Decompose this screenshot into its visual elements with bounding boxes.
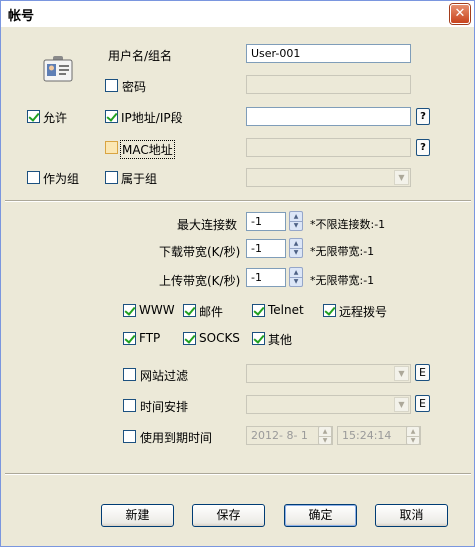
expiry-label: 使用到期时间: [140, 431, 213, 445]
service-other-label: 其他: [268, 333, 293, 347]
ok-button[interactable]: 确定: [284, 504, 357, 527]
download-spinner[interactable]: ▲ ▼: [289, 238, 303, 258]
mac-input[interactable]: [246, 138, 411, 157]
window-title: 帐号: [8, 9, 35, 24]
upload-hint: *无限带宽:-1: [310, 274, 375, 287]
schedule-checkbox[interactable]: [123, 399, 136, 412]
username-label: 用户名/组名: [108, 49, 173, 63]
upload-spinner[interactable]: ▲ ▼: [289, 267, 303, 287]
close-button[interactable]: ✕: [450, 4, 470, 24]
expiry-time-spinner[interactable]: ▲ ▼: [406, 426, 420, 445]
ip-label: IP地址/IP段: [121, 111, 183, 125]
spin-down-icon[interactable]: ▼: [290, 221, 302, 230]
password-checkbox[interactable]: [105, 79, 118, 92]
service-ftp-label: FTP: [139, 331, 161, 345]
mac-checkbox[interactable]: [105, 141, 118, 154]
service-socks-label: SOCKS: [199, 331, 240, 345]
service-telnet-checkbox[interactable]: [252, 304, 265, 317]
password-label: 密码: [122, 80, 147, 94]
as-group-label: 作为组: [43, 172, 80, 186]
service-dialup-label: 远程拨号: [339, 305, 388, 319]
site-filter-label: 网站过滤: [140, 369, 189, 383]
service-telnet-label: Telnet: [268, 303, 304, 317]
site-filter-select[interactable]: ▼: [246, 364, 411, 383]
expiry-time-value: 15:24:14: [342, 429, 392, 442]
allow-checkbox[interactable]: [27, 110, 40, 123]
service-www-label: WWW: [139, 303, 175, 317]
schedule-select[interactable]: ▼: [246, 395, 411, 414]
group-select[interactable]: ▼: [246, 168, 411, 187]
spin-down-icon[interactable]: ▼: [319, 436, 331, 445]
spin-down-icon[interactable]: ▼: [290, 277, 302, 286]
ip-input[interactable]: [246, 107, 411, 126]
upload-label: 上传带宽(K/秒): [159, 274, 241, 288]
title-bar: 帐号 ✕: [1, 1, 474, 27]
belong-group-label: 属于组: [121, 172, 158, 186]
service-socks-checkbox[interactable]: [183, 332, 196, 345]
expiry-date-value: 2012- 8- 1: [251, 429, 308, 442]
chevron-down-icon: ▼: [394, 397, 409, 412]
id-card-icon: [43, 56, 73, 82]
service-other-checkbox[interactable]: [252, 332, 265, 345]
divider: [5, 200, 471, 202]
spin-down-icon[interactable]: ▼: [290, 248, 302, 257]
divider: [5, 473, 471, 475]
max-conn-spinner[interactable]: ▲ ▼: [289, 211, 303, 231]
username-input[interactable]: User-001: [246, 44, 411, 63]
site-filter-checkbox[interactable]: [123, 368, 136, 381]
upload-input[interactable]: -1: [246, 268, 286, 287]
mac-label: MAC地址: [120, 140, 175, 159]
account-dialog: 帐号 ✕ 用户名/组名 User-001 密码 允许 IP地址/IP段 ? MA…: [0, 0, 475, 547]
password-input[interactable]: [246, 75, 411, 94]
download-hint: *无限带宽:-1: [310, 245, 375, 258]
as-group-checkbox[interactable]: [27, 171, 40, 184]
chevron-down-icon: ▼: [394, 366, 409, 381]
new-button[interactable]: 新建: [101, 504, 174, 527]
belong-group-checkbox[interactable]: [105, 171, 118, 184]
allow-label: 允许: [43, 111, 68, 125]
service-www-checkbox[interactable]: [123, 304, 136, 317]
max-conn-hint: *不限连接数:-1: [310, 218, 386, 231]
service-dialup-checkbox[interactable]: [323, 304, 336, 317]
schedule-edit-button[interactable]: E: [415, 395, 430, 412]
site-filter-edit-button[interactable]: E: [415, 364, 430, 381]
download-label: 下载带宽(K/秒): [159, 245, 241, 259]
max-conn-input[interactable]: -1: [246, 212, 286, 231]
expiry-checkbox[interactable]: [123, 430, 136, 443]
cancel-button[interactable]: 取消: [375, 504, 448, 527]
ip-help-button[interactable]: ?: [416, 108, 430, 125]
chevron-down-icon: ▼: [394, 170, 409, 185]
save-button[interactable]: 保存: [192, 504, 265, 527]
ip-checkbox[interactable]: [105, 110, 118, 123]
max-conn-label: 最大连接数: [177, 218, 238, 232]
spin-down-icon[interactable]: ▼: [407, 436, 419, 445]
expiry-date-spinner[interactable]: ▲ ▼: [318, 426, 332, 445]
mac-help-button[interactable]: ?: [416, 139, 430, 156]
service-ftp-checkbox[interactable]: [123, 332, 136, 345]
service-mail-checkbox[interactable]: [183, 304, 196, 317]
schedule-label: 时间安排: [140, 400, 189, 414]
service-mail-label: 邮件: [199, 305, 224, 319]
download-input[interactable]: -1: [246, 239, 286, 258]
